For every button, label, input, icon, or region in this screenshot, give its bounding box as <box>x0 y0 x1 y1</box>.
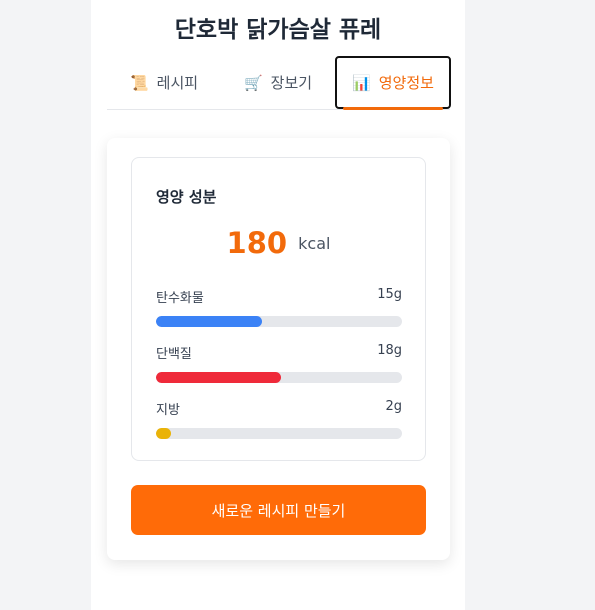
progress-bar <box>156 372 402 383</box>
tab-nutrition[interactable]: 📊 영양정보 <box>335 56 451 110</box>
nutrient-fat: 지방 2g <box>156 399 402 439</box>
progress-fill <box>156 372 282 383</box>
progress-bar <box>156 316 402 327</box>
nutrient-amount: 15g <box>377 287 402 302</box>
app-screen: 단호박 닭가슴살 퓨레 📜 레시피 🛒 장보기 📊 영양정보 영양 성분 180… <box>91 0 465 610</box>
nutrition-heading: 영양 성분 <box>156 188 217 206</box>
nutrition-panel: 영양 성분 180 kcal 탄수화물 15g 단백질 18g 지방 2g 새로… <box>107 138 450 560</box>
tab-shopping[interactable]: 🛒 장보기 <box>221 56 335 109</box>
progress-bar <box>156 428 402 439</box>
nutrient-amount: 18g <box>377 343 402 358</box>
tab-bar: 📜 레시피 🛒 장보기 📊 영양정보 <box>107 56 451 110</box>
progress-fill <box>156 316 262 327</box>
calorie-unit: kcal <box>298 233 331 253</box>
nutrient-carbs: 탄수화물 15g <box>156 287 402 327</box>
nutrient-name: 지방 <box>156 403 180 418</box>
nutrient-name: 단백질 <box>156 347 192 362</box>
progress-fill <box>156 428 171 439</box>
calorie-value: 180 <box>226 226 288 260</box>
tab-label: 레시피 <box>156 74 199 92</box>
scroll-icon: 📜 <box>129 73 149 92</box>
nutrient-amount: 2g <box>385 399 402 414</box>
nutrient-protein: 단백질 18g <box>156 343 402 383</box>
shopping-cart-icon: 🛒 <box>243 73 263 92</box>
nutrition-card: 영양 성분 180 kcal 탄수화물 15g 단백질 18g 지방 2g <box>131 157 426 461</box>
tab-recipe[interactable]: 📜 레시피 <box>107 56 221 109</box>
tab-label: 영양정보 <box>378 74 434 92</box>
new-recipe-button[interactable]: 새로운 레시피 만들기 <box>131 485 426 535</box>
bar-chart-icon: 📊 <box>352 73 371 92</box>
page-title: 단호박 닭가슴살 퓨레 <box>174 17 382 43</box>
tab-label: 장보기 <box>270 74 313 92</box>
calorie-display: 180 kcal <box>132 226 425 260</box>
nutrient-name: 탄수화물 <box>156 291 204 306</box>
